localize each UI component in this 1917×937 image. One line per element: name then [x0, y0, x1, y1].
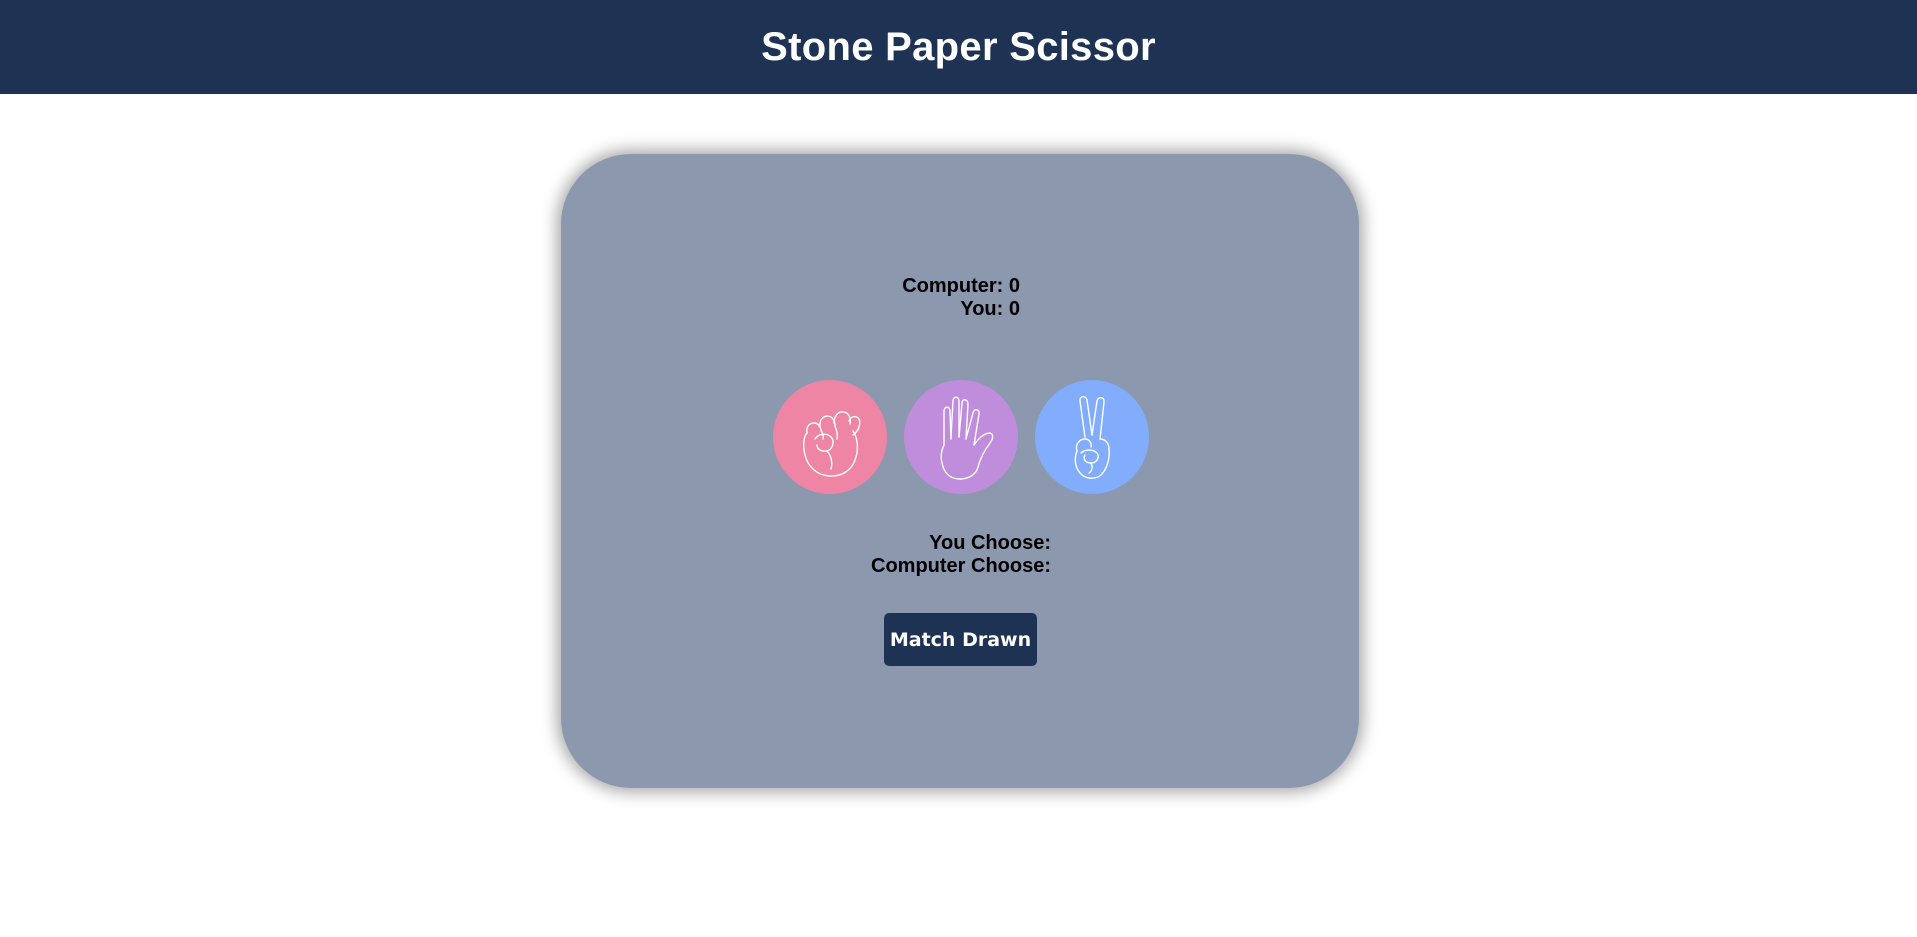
app-header: Stone Paper Scissor [0, 0, 1917, 94]
choice-group [773, 380, 1149, 494]
scissor-choice-button[interactable] [1035, 380, 1149, 494]
user-pick: You Choose: [929, 532, 1051, 554]
fist-icon [802, 411, 861, 477]
computer-score: Computer: 0 [902, 275, 1020, 297]
page-title: Stone Paper Scissor [761, 24, 1156, 69]
game-card: Computer: 0 You: 0 You Choose: Computer … [561, 154, 1359, 788]
picks-panel: You Choose: Computer Choose: [871, 532, 1051, 578]
peace-hand-icon [1074, 396, 1110, 479]
user-score: You: 0 [960, 298, 1020, 320]
computer-pick: Computer Choose: [871, 555, 1051, 577]
scoreboard: Computer: 0 You: 0 [902, 275, 1020, 321]
open-hand-icon [940, 396, 994, 480]
stone-choice-button[interactable] [773, 380, 887, 494]
paper-choice-button[interactable] [904, 380, 1018, 494]
result-message-button[interactable]: Match Drawn [884, 613, 1037, 666]
